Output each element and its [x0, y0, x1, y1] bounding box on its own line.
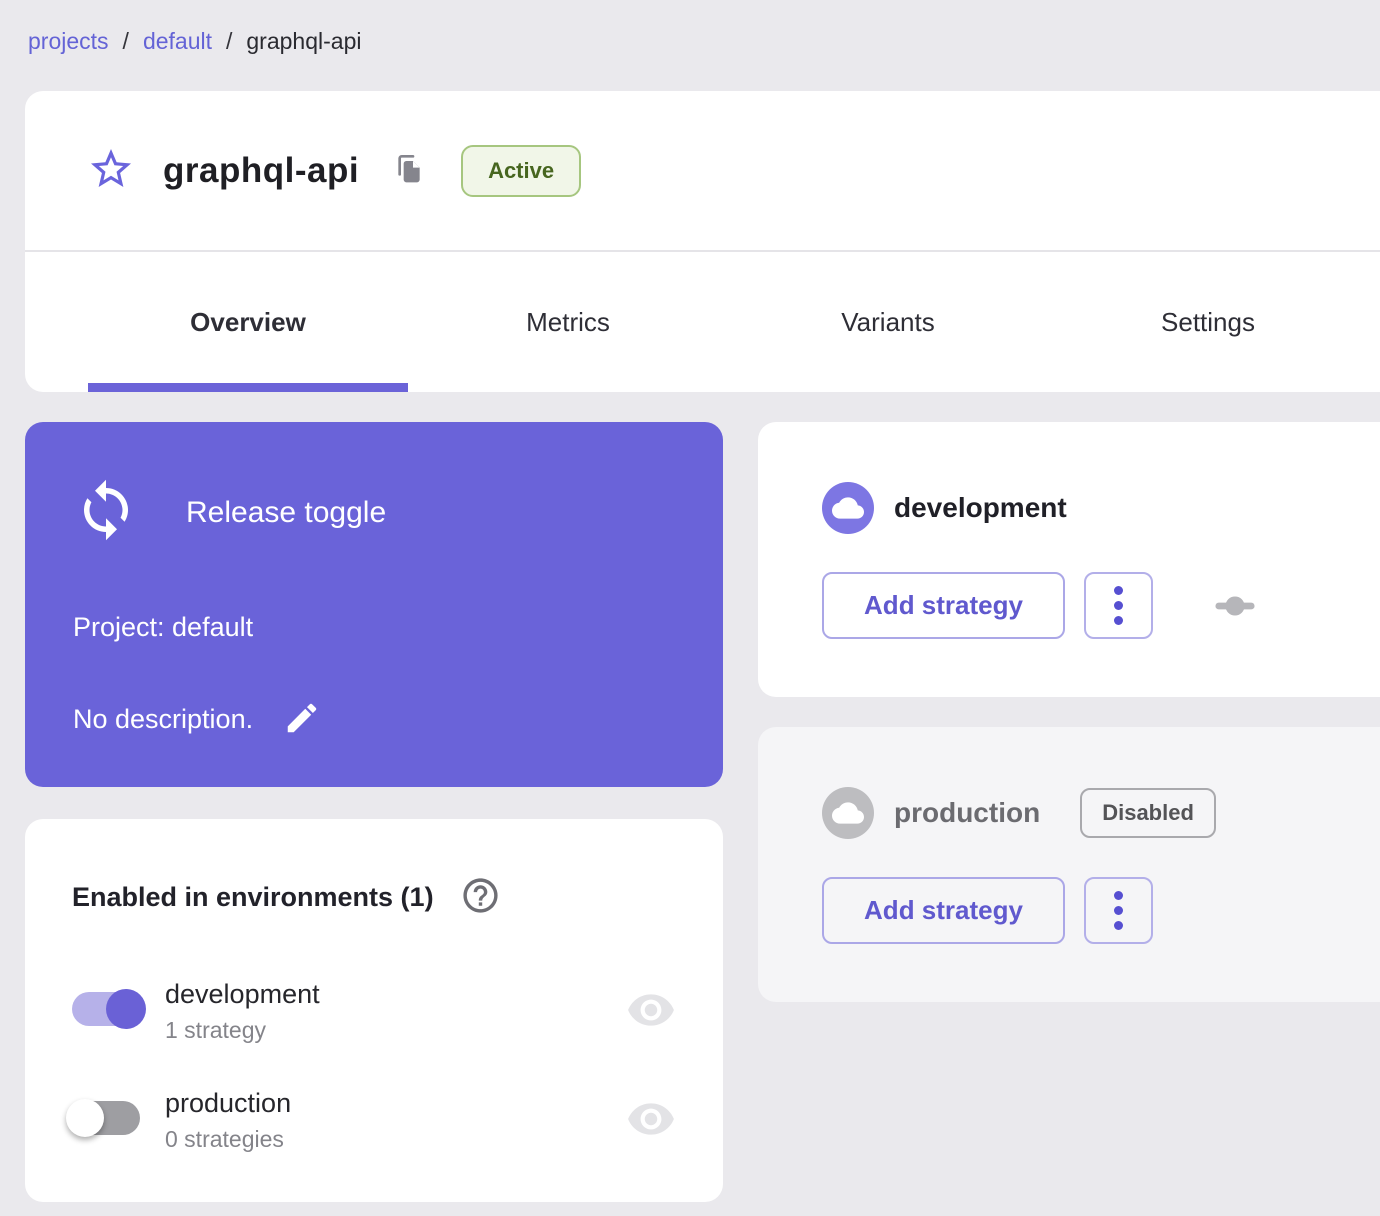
tab-settings[interactable]: Settings	[1048, 252, 1368, 392]
toggle-wrap	[66, 1099, 165, 1140]
environment-labels: production 0 strategies	[165, 1088, 291, 1153]
add-strategy-button[interactable]: Add strategy	[822, 877, 1065, 944]
status-badge: Active	[461, 144, 582, 197]
sync-loop-icon	[73, 477, 139, 548]
environment-card-title: production	[894, 797, 1041, 828]
pencil-icon	[283, 699, 321, 740]
timeline-node-icon	[1214, 595, 1256, 616]
production-toggle[interactable]	[66, 1099, 140, 1137]
tab-bar: Overview Metrics Variants Settings	[25, 252, 1380, 392]
development-strategy-card: development Add strategy	[758, 422, 1380, 697]
star-icon	[87, 145, 135, 196]
feature-description: No description.	[73, 704, 254, 734]
cloud-icon	[822, 482, 874, 534]
environment-card-title: development	[894, 492, 1067, 523]
strategy-count: 1 strategy	[165, 1017, 266, 1043]
right-column: development Add strategy production Disa…	[758, 422, 1380, 1202]
environment-row-production: production 0 strategies	[66, 1088, 676, 1153]
feature-header: graphql-api Active	[25, 91, 1380, 252]
cloud-icon	[822, 787, 874, 839]
breadcrumb-separator: /	[122, 28, 129, 54]
add-strategy-button[interactable]: Add strategy	[822, 572, 1065, 639]
feature-summary-card: Release toggle Project: default No descr…	[25, 422, 723, 787]
panel-title-row: Enabled in environments (1)	[72, 875, 676, 919]
toggle-thumb	[106, 989, 146, 1029]
environment-labels: development 1 strategy	[165, 979, 320, 1044]
page-title: graphql-api	[163, 150, 360, 190]
question-mark-icon	[460, 875, 501, 919]
enabled-environments-panel: Enabled in environments (1) development …	[25, 819, 723, 1202]
development-toggle[interactable]	[72, 989, 146, 1029]
production-strategy-card: production Disabled Add strategy	[758, 727, 1380, 1002]
favorite-button[interactable]	[87, 147, 135, 195]
visibility-button[interactable]	[626, 1094, 676, 1147]
tab-variants[interactable]: Variants	[728, 252, 1048, 392]
feature-description-row: No description.	[73, 699, 675, 740]
copy-name-button[interactable]	[393, 153, 425, 188]
breadcrumb-projects-link[interactable]: projects	[28, 28, 109, 55]
toggle-wrap	[72, 989, 165, 1031]
overview-content: Release toggle Project: default No descr…	[25, 422, 1380, 1202]
breadcrumb-current: graphql-api	[246, 28, 362, 54]
feature-type-row: Release toggle	[73, 477, 675, 548]
environment-name: production	[165, 1088, 292, 1118]
copy-icon	[393, 153, 425, 188]
kebab-icon	[1114, 891, 1123, 930]
tab-overview[interactable]: Overview	[88, 252, 408, 392]
tab-metrics[interactable]: Metrics	[408, 252, 728, 392]
breadcrumb: projects / default / graphql-api	[0, 0, 1380, 55]
eye-icon	[626, 1094, 676, 1147]
environment-header: development	[822, 482, 1380, 534]
environment-row-development: development 1 strategy	[72, 979, 676, 1044]
panel-title: Enabled in environments (1)	[72, 881, 434, 912]
environment-header: production Disabled	[822, 787, 1380, 839]
visibility-button[interactable]	[626, 985, 676, 1038]
kebab-icon	[1114, 586, 1123, 625]
left-column: Release toggle Project: default No descr…	[25, 422, 723, 1202]
feature-project-label: Project: default	[73, 612, 254, 642]
environment-actions: Add strategy	[822, 877, 1380, 944]
toggle-thumb	[66, 1099, 104, 1137]
help-button[interactable]	[460, 875, 501, 919]
breadcrumb-default-link[interactable]: default	[143, 28, 212, 55]
strategy-count: 0 strategies	[165, 1126, 284, 1152]
edit-description-button[interactable]	[283, 699, 321, 740]
environment-actions: Add strategy	[822, 572, 1380, 639]
eye-icon	[626, 985, 676, 1038]
more-options-button[interactable]	[1084, 877, 1153, 944]
feature-header-card: graphql-api Active Overview Metrics Vari…	[25, 91, 1380, 392]
feature-type-label: Release toggle	[186, 495, 387, 529]
breadcrumb-separator: /	[226, 28, 233, 54]
environment-name: development	[165, 979, 320, 1009]
more-options-button[interactable]	[1084, 572, 1153, 639]
disabled-badge: Disabled	[1080, 788, 1216, 838]
